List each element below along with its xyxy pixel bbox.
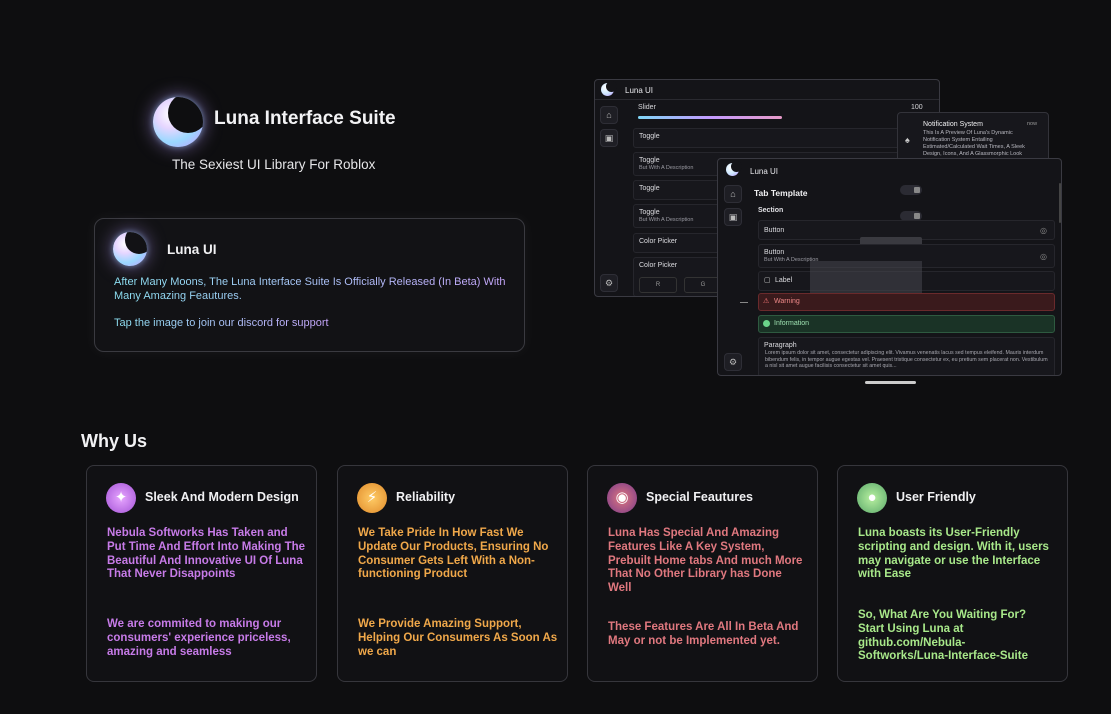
click-icon: ◎ bbox=[1040, 252, 1047, 261]
button-label: Button bbox=[764, 249, 785, 256]
toggle-switch[interactable] bbox=[900, 185, 922, 195]
row-description: But With A Description bbox=[639, 217, 694, 223]
feature-text-2: We are commited to making our consumers'… bbox=[107, 618, 291, 658]
notification-title: Notification System bbox=[923, 121, 983, 128]
intro-card-title: Luna UI bbox=[167, 242, 217, 257]
window-drag-handle[interactable] bbox=[865, 381, 916, 384]
window-titlebar: Luna UI bbox=[718, 159, 1061, 179]
click-icon: ◎ bbox=[1040, 226, 1047, 235]
feature-card-design: ✦ Sleek And Modern Design Nebula Softwor… bbox=[86, 465, 317, 682]
connector-line bbox=[740, 302, 748, 303]
feature-title: Sleek And Modern Design bbox=[145, 490, 299, 504]
scan-icon[interactable]: ▣ bbox=[600, 129, 618, 147]
luna-logo-icon bbox=[153, 97, 203, 147]
feature-text-2: These Features Are All In Beta And May o… bbox=[608, 621, 799, 647]
settings-icon[interactable]: ⚙ bbox=[724, 353, 742, 371]
paragraph-body: Lorem ipsum dolor sit amet, consectetur … bbox=[765, 350, 1048, 369]
moon-icon bbox=[726, 161, 742, 176]
window-title: Luna UI bbox=[625, 86, 654, 95]
discord-support-link[interactable]: Tap the image to join our discord for su… bbox=[114, 317, 329, 329]
scrollbar[interactable] bbox=[1059, 183, 1061, 223]
button-label: Button bbox=[764, 227, 785, 234]
lightning-icon: ⚡ bbox=[357, 483, 387, 513]
row-label: Toggle bbox=[639, 157, 660, 164]
feature-title: Reliability bbox=[396, 490, 456, 504]
feature-text-2: We Provide Amazing Support, Helping Our … bbox=[358, 618, 558, 658]
paragraph-title: Paragraph bbox=[764, 342, 797, 349]
information-row: Information bbox=[758, 315, 1055, 333]
row-description: But With A Description bbox=[639, 165, 694, 171]
feature-card-special: ◉ Special Feautures Luna Has Special And… bbox=[587, 465, 818, 682]
feature-title: User Friendly bbox=[896, 490, 976, 504]
tab-template-title: Tab Template bbox=[754, 188, 808, 198]
intro-card[interactable]: Luna UI After Many Moons, The Luna Inter… bbox=[94, 218, 525, 352]
why-us-title: Why Us bbox=[81, 431, 148, 451]
feature-title: Special Feautures bbox=[646, 490, 753, 504]
notification-time: now bbox=[1027, 121, 1038, 127]
row-label: Toggle bbox=[639, 133, 660, 140]
rgb-r-label: R bbox=[655, 282, 661, 288]
overlay-panel bbox=[810, 261, 922, 297]
warning-text: Warning bbox=[774, 298, 800, 305]
feature-text-1: We Take Pride In How Fast We Update Our … bbox=[358, 527, 549, 581]
feature-text-1: Luna Has Special And Amazing Features Li… bbox=[608, 527, 803, 595]
rgb-g-label: G bbox=[700, 282, 706, 288]
moon-icon bbox=[601, 81, 617, 96]
window-title: Luna UI bbox=[750, 167, 779, 176]
rgb-r-field[interactable]: R bbox=[639, 277, 677, 293]
message-icon: ▢ bbox=[764, 277, 771, 284]
warning-row: ⚠ Warning bbox=[758, 293, 1055, 311]
slider-track[interactable] bbox=[638, 116, 782, 119]
feature-text-2: So, What Are You Waiting For? Start Usin… bbox=[858, 609, 1028, 663]
paragraph-row: Paragraph Lorem ipsum dolor sit amet, co… bbox=[758, 337, 1055, 375]
hero-subtitle: The Sexiest UI Library For Roblox bbox=[172, 157, 376, 172]
slider-value: 100 bbox=[911, 104, 923, 111]
row-label: Toggle bbox=[639, 185, 660, 192]
label-text: Label bbox=[775, 277, 793, 284]
scan-icon[interactable]: ▣ bbox=[724, 208, 742, 226]
feature-text-1: Luna boasts its User-Friendly scripting … bbox=[858, 527, 1049, 581]
settings-icon[interactable]: ⚙ bbox=[600, 274, 618, 292]
info-icon bbox=[763, 320, 770, 327]
row-label: Color Picker bbox=[639, 238, 678, 245]
row-label: Color Picker bbox=[639, 262, 678, 269]
preview-window-front: Luna UI ⌂ ▣ ⚙ Tab Template Section Butto… bbox=[717, 158, 1062, 376]
feature-text-1: Nebula Softworks Has Taken and Put Time … bbox=[107, 527, 306, 581]
bell-icon: ♠ bbox=[905, 135, 910, 145]
moon-icon bbox=[113, 232, 147, 266]
user-icon: ● bbox=[857, 483, 887, 513]
feature-card-user-friendly: ● User Friendly Luna boasts its User-Fri… bbox=[837, 465, 1068, 682]
warning-icon: ⚠ bbox=[763, 298, 770, 305]
slider-label: Slider bbox=[638, 104, 656, 111]
section-title: Section bbox=[758, 207, 784, 214]
lock-icon: ◉ bbox=[607, 483, 637, 513]
sparkle-icon: ✦ bbox=[106, 483, 136, 513]
toggle-row[interactable]: Toggle bbox=[633, 128, 933, 148]
notification-body: This Is A Preview Of Luna's Dynamic Noti… bbox=[923, 130, 1025, 157]
hero-title: Luna Interface Suite bbox=[214, 108, 396, 129]
window-titlebar: Luna UI bbox=[595, 80, 939, 100]
home-icon[interactable]: ⌂ bbox=[724, 185, 742, 203]
row-label: Toggle bbox=[639, 209, 660, 216]
home-icon[interactable]: ⌂ bbox=[600, 106, 618, 124]
intro-card-text: After Many Moons, The Luna Interface Sui… bbox=[114, 276, 514, 303]
information-text: Information bbox=[774, 320, 810, 327]
feature-card-reliability: ⚡ Reliability We Take Pride In How Fast … bbox=[337, 465, 568, 682]
